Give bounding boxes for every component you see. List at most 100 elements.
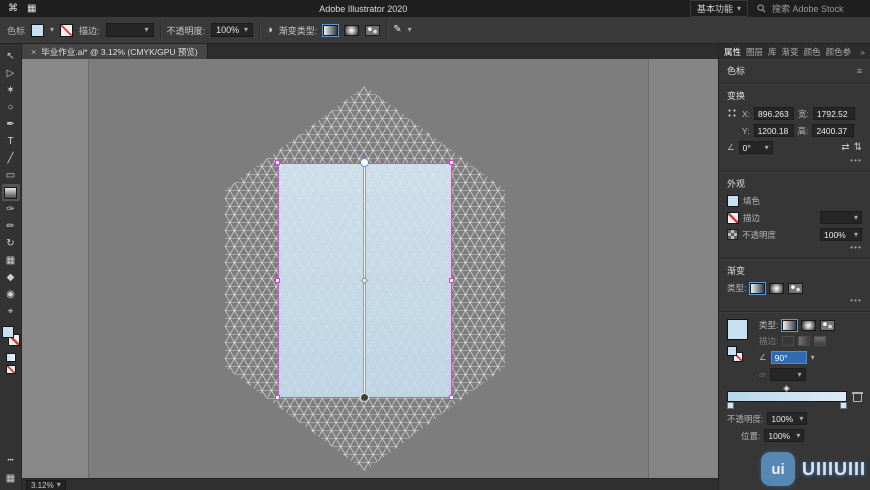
gradient-fill-stroke-wells[interactable] (727, 346, 747, 364)
rectangle-tool[interactable]: ▭ (2, 167, 20, 184)
zoom-level[interactable]: 3.12% ▾ (26, 479, 66, 490)
blend-tool[interactable]: ◉ (2, 286, 20, 303)
rotate-tool[interactable]: ↻ (2, 235, 20, 252)
search-input[interactable] (770, 2, 863, 15)
selection-handle[interactable] (275, 160, 280, 165)
radial-gradient-button[interactable] (344, 24, 360, 36)
stop-position-field[interactable]: 100% ▾ (764, 429, 805, 442)
gradient-midpoint-stop[interactable] (782, 384, 791, 393)
fill-color-swatch[interactable] (31, 23, 45, 37)
linear-gradient-button[interactable] (750, 282, 766, 294)
edit-gradient-icon[interactable]: ◑ (266, 24, 273, 36)
tab-color[interactable]: 颜色 (804, 46, 821, 58)
selection-handle[interactable] (275, 395, 280, 400)
tab-color-guide[interactable]: 颜色参 (826, 46, 852, 58)
canvas[interactable] (22, 59, 718, 478)
apple-menu-icon[interactable]: ⌘ (8, 3, 18, 14)
document-tab[interactable]: × 毕业作业.ai* @ 3.12% (CMYK/GPU 预览) (22, 44, 208, 59)
freeform-gradient-button[interactable] (365, 24, 381, 36)
radial-gradient-button[interactable] (769, 282, 785, 294)
panel-menu-icon[interactable]: ≡ (857, 66, 862, 76)
gradient-stop-end[interactable] (840, 402, 847, 409)
stroke-weight-field[interactable]: ▾ (820, 211, 862, 224)
workspace-switcher[interactable]: 基本功能 ▾ (689, 0, 749, 17)
stroke-gradient-across-icon[interactable] (814, 336, 827, 346)
gradient-stop-start[interactable] (727, 402, 734, 409)
selection-handle[interactable] (449, 160, 454, 165)
stroke-gradient-within-icon[interactable] (782, 336, 795, 346)
magic-wand-tool[interactable]: ✶ (2, 82, 20, 99)
none-mode-button[interactable] (5, 365, 16, 374)
chevron-down-icon[interactable]: ▾ (408, 26, 412, 34)
x-field[interactable]: 896.263 (754, 107, 795, 120)
flip-horizontal-icon[interactable]: ⇄ (841, 142, 849, 153)
linear-gradient-button[interactable] (323, 24, 339, 36)
gradient-more-options[interactable]: ••• (727, 295, 862, 305)
lasso-tool[interactable]: ○ (2, 99, 20, 116)
radial-gradient-button[interactable] (801, 319, 817, 331)
tab-libraries[interactable]: 库 (768, 46, 777, 58)
gradient-end-handle[interactable] (360, 393, 369, 402)
freeform-gradient-button[interactable] (788, 282, 804, 294)
selection-handle[interactable] (449, 395, 454, 400)
fill-swatch[interactable] (727, 195, 739, 207)
selection-handle[interactable] (275, 278, 280, 283)
mesh-tool[interactable]: ▦ (2, 252, 20, 269)
tab-gradient[interactable]: 渐变 (782, 46, 799, 58)
stop-opacity-field[interactable]: 100% ▾ (767, 412, 808, 425)
watermark-logo: ui (760, 452, 795, 486)
stroke-gradient-along-icon[interactable] (798, 336, 811, 346)
y-field[interactable]: 1200.18 (753, 124, 794, 137)
fill-stroke-wells[interactable] (1, 326, 21, 350)
height-label: 高: (797, 125, 809, 136)
direct-selection-tool[interactable]: ▷ (2, 65, 20, 82)
edit-options-icon[interactable]: ✎ (393, 25, 401, 35)
gradient-preview-swatch[interactable] (727, 319, 748, 340)
selection-tool[interactable]: ↖ (2, 48, 20, 65)
height-field[interactable]: 2400.37 (812, 124, 855, 137)
appearance-more-options[interactable]: ••• (727, 242, 862, 252)
stock-search[interactable] (757, 2, 863, 15)
chevron-down-icon: ▾ (244, 25, 249, 34)
gradient-slider[interactable] (727, 384, 847, 409)
tab-properties[interactable]: 属性 (724, 46, 741, 58)
pencil-tool[interactable]: ✏ (2, 218, 20, 235)
gradient-mode-button[interactable] (5, 353, 16, 362)
reference-point-selector[interactable] (727, 108, 738, 119)
stroke-weight-select[interactable]: ▾ (105, 23, 154, 37)
pen-tool[interactable]: ✒ (2, 116, 20, 133)
panel-overflow-icon[interactable]: » (860, 47, 865, 57)
paintbrush-tool[interactable]: ✑ (2, 201, 20, 218)
gradient-tool[interactable] (1, 184, 20, 201)
edit-toolbar-button[interactable]: ••• (2, 454, 20, 467)
opacity-field[interactable]: 100% ▾ (211, 23, 254, 37)
tab-layers[interactable]: 图层 (746, 46, 763, 58)
linear-gradient-button[interactable] (782, 319, 798, 331)
eyedropper-tool[interactable]: ◆ (2, 269, 20, 286)
selection-handle[interactable] (449, 278, 454, 283)
fill-well[interactable] (1, 326, 14, 338)
app-grid-icon[interactable]: ▦ (27, 3, 36, 14)
rotation-field[interactable]: 0° ▾ (738, 141, 773, 154)
width-field[interactable]: 1792.52 (812, 107, 855, 120)
close-icon[interactable]: × (31, 47, 36, 57)
delete-stop-icon[interactable] (852, 391, 863, 402)
appearance-title: 外观 (727, 179, 746, 189)
stroke-swatch[interactable] (727, 211, 739, 224)
gradient-fill-well[interactable] (727, 346, 737, 356)
chevron-down-icon[interactable]: ▾ (50, 26, 54, 34)
gradient-start-handle[interactable] (360, 158, 369, 167)
transform-more-options[interactable]: ••• (727, 155, 862, 165)
type-tool[interactable]: T (2, 133, 20, 150)
aspect-ratio-field[interactable]: ▾ (769, 368, 806, 381)
screen-mode-button[interactable]: ▦ (2, 472, 20, 485)
gradient-angle-field[interactable]: 90° (770, 351, 807, 364)
freeform-gradient-button[interactable] (820, 319, 836, 331)
chevron-down-icon[interactable]: ▾ (811, 353, 815, 362)
zoom-tool[interactable]: ⌖ (2, 303, 20, 320)
appearance-opacity-field[interactable]: 100% ▾ (820, 228, 862, 241)
line-segment-tool[interactable]: ╱ (2, 150, 20, 167)
stroke-color-swatch[interactable] (60, 23, 74, 37)
zoom-value: 3.12% (31, 480, 54, 490)
flip-vertical-icon[interactable]: ⇅ (854, 142, 862, 153)
